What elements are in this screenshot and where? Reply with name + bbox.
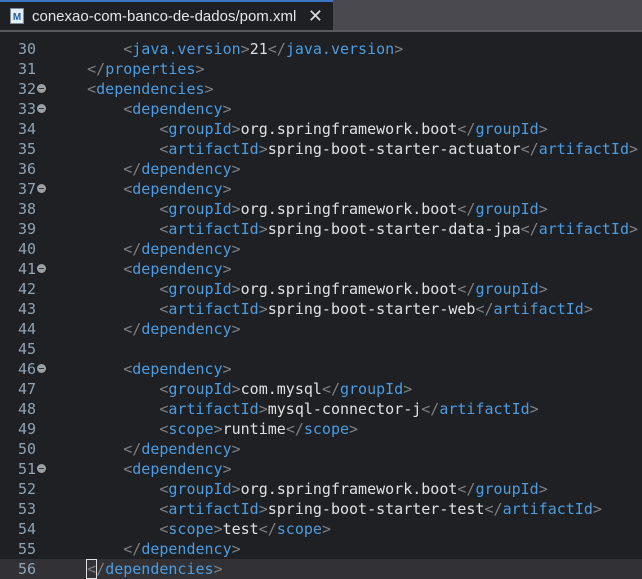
line-number: 31: [18, 60, 37, 78]
code-line[interactable]: 40 </dependency>: [0, 239, 642, 259]
code-line[interactable]: 33 <dependency>: [0, 99, 642, 119]
fold-collapse-icon[interactable]: [37, 464, 46, 473]
code-text: <groupId>org.springframework.boot</group…: [159, 200, 548, 218]
line-number: 35: [18, 140, 37, 158]
code-line[interactable]: 44 </dependency>: [0, 319, 642, 339]
line-number: 50: [18, 440, 37, 458]
line-number: 38: [18, 200, 37, 218]
close-icon[interactable]: ✕: [308, 6, 323, 27]
code-line[interactable]: 37 <dependency>: [0, 179, 642, 199]
element-value: spring-boot-starter-data-jpa: [267, 220, 521, 238]
code-text: <artifactId>spring-boot-starter-web</art…: [159, 300, 593, 318]
fold-collapse-icon[interactable]: [37, 264, 46, 273]
code-text: <groupId>org.springframework.boot</group…: [159, 280, 548, 298]
code-line[interactable]: 31 </properties>: [0, 59, 642, 79]
element-value: spring-boot-starter-web: [267, 300, 476, 318]
code-text: </properties>: [87, 60, 205, 78]
fold-collapse-icon[interactable]: [37, 184, 46, 193]
line-number: 45: [18, 340, 37, 358]
code-text: <artifactId>spring-boot-starter-test</ar…: [159, 500, 602, 518]
element-value: com.mysql: [240, 380, 322, 398]
line-number: 47: [18, 380, 37, 398]
code-line[interactable]: 53 <artifactId>spring-boot-starter-test<…: [0, 499, 642, 519]
line-number: 34: [18, 120, 37, 138]
code-text: </dependency>: [123, 240, 241, 258]
code-line[interactable]: 56 </dependencies>: [0, 559, 642, 579]
line-number: 30: [18, 40, 37, 58]
code-line[interactable]: 32 <dependencies>: [0, 79, 642, 99]
code-editor[interactable]: 30 <java.version>21</java.version> 31 </p…: [0, 32, 642, 579]
line-number: 49: [18, 420, 37, 438]
code-line[interactable]: 42 <groupId>org.springframework.boot</gr…: [0, 279, 642, 299]
code-text: <dependency>: [123, 360, 232, 378]
fold-collapse-icon[interactable]: [37, 84, 46, 93]
line-number: 36: [18, 160, 37, 178]
element-value: org.springframework.boot: [240, 280, 458, 298]
element-value: 21: [249, 40, 268, 58]
code-line[interactable]: 46 <dependency>: [0, 359, 642, 379]
element-value: spring-boot-starter-actuator: [267, 140, 521, 158]
line-number: 48: [18, 400, 37, 418]
element-value: mysql-connector-j: [267, 400, 422, 418]
code-text: </dependency>: [123, 160, 241, 178]
tab-title: conexao-com-banco-de-dados/pom.xml: [32, 7, 297, 25]
code-line[interactable]: 34 <groupId>org.springframework.boot</gr…: [0, 119, 642, 139]
element-value: test: [222, 520, 259, 538]
code-text: </dependency>: [123, 540, 241, 558]
code-text: <scope>test</scope>: [159, 520, 331, 538]
code-text: </dependencies>: [86, 559, 223, 579]
code-text: <groupId>org.springframework.boot</group…: [159, 120, 548, 138]
code-text: <artifactId>spring-boot-starter-actuator…: [159, 140, 639, 158]
code-text: <java.version>21</java.version>: [123, 40, 404, 58]
code-line[interactable]: 43 <artifactId>spring-boot-starter-web</…: [0, 299, 642, 319]
code-line[interactable]: 45: [0, 339, 642, 359]
maven-file-icon: M: [10, 8, 24, 24]
element-value: org.springframework.boot: [240, 120, 458, 138]
line-number: 40: [18, 240, 37, 258]
code-line[interactable]: 51 <dependency>: [0, 459, 642, 479]
code-text: </dependency>: [123, 440, 241, 458]
line-number: 54: [18, 520, 37, 538]
fold-collapse-icon[interactable]: [37, 364, 46, 373]
code-text: <artifactId>spring-boot-starter-data-jpa…: [159, 220, 639, 238]
code-text: <dependency>: [123, 180, 232, 198]
code-line[interactable]: 50 </dependency>: [0, 439, 642, 459]
element-value: spring-boot-starter-test: [267, 500, 485, 518]
element-value: runtime: [222, 420, 286, 438]
code-line[interactable]: 55 </dependency>: [0, 539, 642, 559]
code-line[interactable]: 41 <dependency>: [0, 259, 642, 279]
line-number: 39: [18, 220, 37, 238]
element-value: org.springframework.boot: [240, 200, 458, 218]
tab-pom-xml[interactable]: M conexao-com-banco-de-dados/pom.xml ✕: [0, 0, 333, 30]
element-value: org.springframework.boot: [240, 480, 458, 498]
code-text: <dependency>: [123, 260, 232, 278]
code-line[interactable]: 54 <scope>test</scope>: [0, 519, 642, 539]
fold-collapse-icon[interactable]: [37, 104, 46, 113]
code-line[interactable]: 47 <groupId>com.mysql</groupId>: [0, 379, 642, 399]
line-number: 53: [18, 500, 37, 518]
code-text: <dependencies>: [87, 80, 214, 98]
code-text: <groupId>com.mysql</groupId>: [159, 380, 413, 398]
editor-tab-bar: M conexao-com-banco-de-dados/pom.xml ✕: [0, 0, 642, 32]
code-line[interactable]: 49 <scope>runtime</scope>: [0, 419, 642, 439]
line-number: 44: [18, 320, 37, 338]
code-text: <artifactId>mysql-connector-j</artifactI…: [159, 400, 539, 418]
code-text: </dependency>: [123, 320, 241, 338]
line-number: 42: [18, 280, 37, 298]
code-line[interactable]: 48 <artifactId>mysql-connector-j</artifa…: [0, 399, 642, 419]
line-number: 56: [18, 560, 37, 578]
code-text: <scope>runtime</scope>: [159, 420, 359, 438]
code-line[interactable]: 36 </dependency>: [0, 159, 642, 179]
code-line[interactable]: 35 <artifactId>spring-boot-starter-actua…: [0, 139, 642, 159]
code-line[interactable]: 38 <groupId>org.springframework.boot</gr…: [0, 199, 642, 219]
code-text: <groupId>org.springframework.boot</group…: [159, 480, 548, 498]
code-line[interactable]: 39 <artifactId>spring-boot-starter-data-…: [0, 219, 642, 239]
code-line[interactable]: 52 <groupId>org.springframework.boot</gr…: [0, 479, 642, 499]
line-number: 52: [18, 480, 37, 498]
code-line[interactable]: 30 <java.version>21</java.version>: [0, 39, 642, 59]
line-number: 55: [18, 540, 37, 558]
line-number: 43: [18, 300, 37, 318]
code-text: <dependency>: [123, 460, 232, 478]
code-text: <dependency>: [123, 100, 232, 118]
